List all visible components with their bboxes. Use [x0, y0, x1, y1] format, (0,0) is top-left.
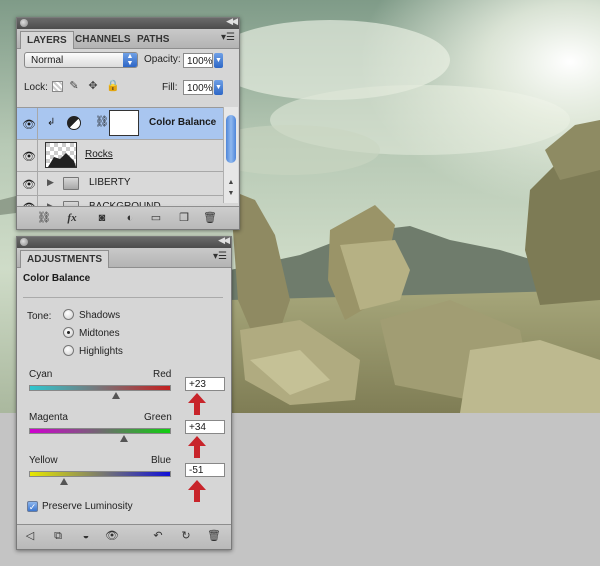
opacity-dropdown-icon[interactable]: ▼: [214, 53, 223, 68]
blend-mode-value: Normal: [31, 55, 64, 66]
preserve-luminosity-label[interactable]: Preserve Luminosity: [42, 501, 133, 512]
close-icon[interactable]: [20, 238, 28, 246]
slider-cyan-label: Cyan: [29, 369, 53, 380]
slider-yellow-label: Yellow: [29, 455, 58, 466]
fill-label: Fill:: [162, 82, 178, 93]
trash-icon[interactable]: 🗑: [207, 529, 221, 543]
expand-triangle-icon[interactable]: ▶: [47, 177, 54, 188]
fill-dropdown-icon[interactable]: ▼: [214, 80, 223, 95]
blend-mode-select[interactable]: Normal ▲ ▼: [24, 52, 138, 68]
adjustment-icon[interactable]: ◐: [123, 211, 137, 225]
preserve-luminosity-checkbox[interactable]: ✓: [27, 501, 38, 512]
lock-image-brush-icon[interactable]: ✎: [68, 80, 80, 92]
collapse-icon[interactable]: ◀◀: [226, 16, 238, 27]
tone-highlights-radio[interactable]: [63, 345, 74, 356]
yellow-blue-slider-thumb[interactable]: [59, 478, 68, 485]
new-layer-icon[interactable]: ❐: [177, 211, 191, 225]
fit-view-icon[interactable]: ⧉: [51, 529, 65, 543]
visibility-eye-icon[interactable]: 👁: [19, 172, 38, 195]
tab-layers[interactable]: LAYERS: [20, 31, 74, 49]
layers-panel: ◀◀ LAYERS CHANNELS PATHS ▾☰ Normal ▲ ▼ Op…: [16, 16, 240, 230]
layer-row-liberty[interactable]: 👁 ▶ LIBERTY: [17, 172, 223, 196]
cyan-red-value-input[interactable]: +23: [185, 377, 225, 391]
folder-icon[interactable]: ▭: [149, 211, 163, 225]
magenta-green-value-input[interactable]: +34: [185, 420, 225, 434]
slider-magenta-label: Magenta: [29, 412, 68, 423]
back-arrow-icon[interactable]: ◁: [23, 529, 37, 543]
link-icon[interactable]: ⛓: [37, 211, 51, 225]
tone-midtones-radio[interactable]: [63, 327, 74, 338]
cyan-red-slider-track[interactable]: [29, 385, 171, 391]
cyan-red-slider-thumb[interactable]: [112, 392, 121, 399]
lock-label: Lock:: [24, 82, 48, 93]
slider-green-label: Green: [144, 412, 172, 423]
panel-menu-icon[interactable]: ▾☰: [213, 251, 227, 262]
select-arrows-icon: ▲ ▼: [123, 53, 137, 67]
view-previous-icon[interactable]: ↶: [151, 529, 165, 543]
magenta-green-slider-track[interactable]: [29, 428, 171, 434]
clip-arrow-icon: ↲: [47, 117, 56, 128]
layer-name[interactable]: Rocks: [85, 149, 113, 160]
layers-bottom-toolbar: ⛓ fx ◙ ◐ ▭ ❐ 🗑: [17, 206, 239, 229]
adjustments-panel-titlebar[interactable]: ◀◀: [17, 235, 231, 248]
chain-link-icon[interactable]: ⛓: [95, 115, 109, 128]
lock-all-padlock-icon[interactable]: 🔒: [106, 80, 120, 92]
yellow-blue-value-input[interactable]: -51: [185, 463, 225, 477]
tab-adjustments[interactable]: ADJUSTMENTS: [20, 250, 110, 268]
collapse-icon[interactable]: ◀◀: [218, 235, 230, 246]
layer-row-color-balance[interactable]: 👁 ↲ ⛓ Color Balance: [17, 108, 223, 140]
eye-icon[interactable]: 👁: [105, 529, 119, 543]
reset-icon[interactable]: ↻: [179, 529, 193, 543]
layer-row-rocks[interactable]: 👁 Rocks: [17, 140, 223, 172]
red-up-arrow-icon: [188, 393, 206, 415]
scrollbar-thumb[interactable]: [226, 115, 236, 163]
scroll-up-icon[interactable]: ▲: [226, 179, 236, 187]
layer-mask-thumbnail[interactable]: [109, 110, 139, 136]
yellow-blue-slider-track[interactable]: [29, 471, 171, 477]
rocks-thumbnail-art: [48, 153, 76, 167]
scroll-down-icon[interactable]: ▼: [226, 190, 236, 198]
magenta-green-slider-thumb[interactable]: [120, 435, 129, 442]
layer-name[interactable]: Color Balance: [149, 117, 216, 128]
mask-icon[interactable]: ◙: [95, 211, 109, 225]
lock-transparent-icon[interactable]: [52, 81, 63, 92]
fx-icon[interactable]: fx: [65, 211, 79, 225]
adjustment-layer-icon: [67, 116, 81, 130]
adjustments-bottom-toolbar: ◁ ⧉ ◒ 👁 ↶ ↻ 🗑: [17, 524, 231, 549]
lock-position-move-icon[interactable]: ✥: [87, 80, 99, 92]
panel-menu-icon[interactable]: ▾☰: [221, 32, 235, 43]
adjustments-panel: ◀◀ ADJUSTMENTS ▾☰ Color Balance Tone: Sh…: [16, 235, 232, 550]
slider-blue-label: Blue: [151, 455, 172, 466]
layers-list: 👁 ↲ ⛓ Color Balance 👁 Rocks 👁 ▶ LIBERTY …: [17, 107, 223, 217]
close-icon[interactable]: [20, 19, 28, 27]
red-up-arrow-icon: [188, 480, 206, 502]
tone-shadows-radio[interactable]: [63, 309, 74, 320]
layer-name[interactable]: LIBERTY: [89, 177, 131, 188]
tab-channels[interactable]: CHANNELS: [69, 31, 137, 48]
layers-tab-row: LAYERS CHANNELS PATHS ▾☰: [17, 29, 239, 49]
folder-icon: [63, 177, 79, 190]
fill-input[interactable]: 100%: [183, 80, 213, 95]
adjustment-title: Color Balance: [23, 273, 91, 284]
tab-paths[interactable]: PATHS: [131, 31, 175, 48]
opacity-label: Opacity:: [144, 54, 181, 65]
layers-scrollbar[interactable]: ▲ ▼: [223, 107, 238, 203]
slider-red-label: Red: [153, 369, 172, 380]
divider: [23, 297, 223, 298]
visibility-eye-icon[interactable]: 👁: [19, 108, 38, 139]
tone-highlights-label[interactable]: Highlights: [79, 346, 123, 357]
red-up-arrow-icon: [188, 436, 206, 458]
clip-icon[interactable]: ◒: [79, 529, 93, 543]
visibility-eye-icon[interactable]: 👁: [19, 140, 38, 171]
opacity-input[interactable]: 100%: [183, 53, 213, 68]
tone-midtones-label[interactable]: Midtones: [79, 328, 120, 339]
layers-panel-titlebar[interactable]: ◀◀: [17, 16, 239, 29]
tone-shadows-label[interactable]: Shadows: [79, 310, 120, 321]
layer-thumbnail[interactable]: [45, 142, 77, 168]
trash-icon[interactable]: 🗑: [203, 211, 217, 225]
adjustments-tab-row: ADJUSTMENTS ▾☰: [17, 248, 231, 268]
tone-label: Tone:: [27, 311, 52, 322]
